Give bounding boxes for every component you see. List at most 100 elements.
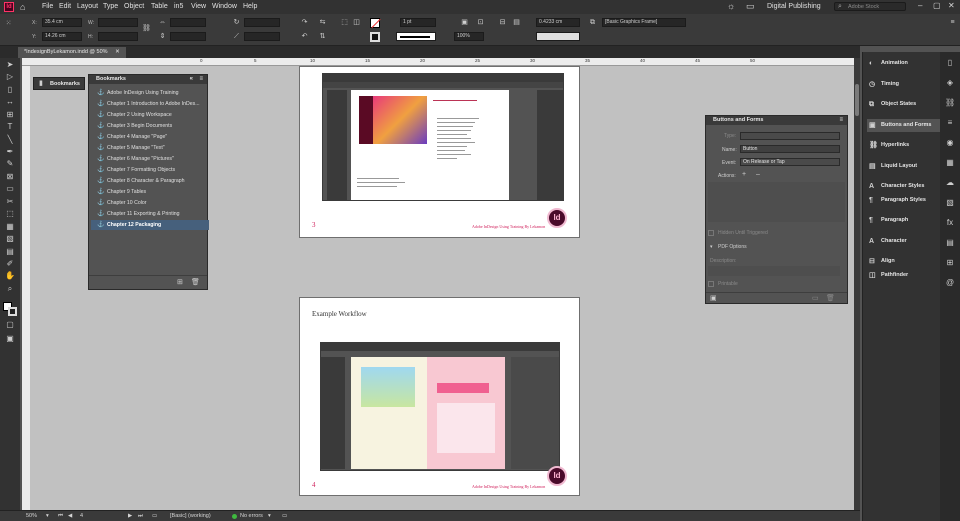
view-mode-icon[interactable]: ▣ bbox=[4, 334, 16, 344]
cc-libraries-icon[interactable]: ☁ bbox=[945, 178, 955, 188]
bookmark-item[interactable]: ⚓ Chapter 6 Manage "Pictures" bbox=[91, 154, 209, 164]
disclosure-icon[interactable]: ▾ bbox=[710, 244, 713, 250]
bookmark-item[interactable]: ⚓ Chapter 9 Tables bbox=[91, 187, 209, 197]
menu-in5[interactable]: in5 bbox=[174, 3, 183, 10]
first-page-icon[interactable]: ⏮ bbox=[58, 513, 63, 520]
errors-status[interactable]: No errors bbox=[240, 513, 263, 520]
offset-field[interactable]: 0.4233 cm bbox=[536, 18, 580, 27]
hidden-checkbox[interactable] bbox=[708, 230, 714, 236]
bookmark-item[interactable]: ⚓ Chapter 11 Exporting & Printing bbox=[91, 209, 209, 219]
type-tool-icon[interactable]: T bbox=[4, 122, 16, 132]
home-icon[interactable]: ⌂ bbox=[20, 2, 30, 12]
bookmark-item-selected[interactable]: ⚓ Chapter 12 Packaging bbox=[91, 220, 209, 230]
fitting-icon[interactable]: ▣ bbox=[460, 18, 469, 27]
preflight-profile[interactable]: [Basic] (working) bbox=[170, 513, 211, 520]
new-bookmark-icon[interactable]: ⊞ bbox=[177, 278, 183, 286]
menu-file[interactable]: File bbox=[42, 3, 53, 10]
description-field[interactable] bbox=[708, 266, 840, 276]
open-page-icon[interactable]: ▭ bbox=[152, 513, 157, 520]
rotate-field[interactable] bbox=[244, 18, 280, 27]
delete-icon[interactable]: 🗑 bbox=[826, 294, 835, 302]
text-wrap-panel-icon[interactable]: ▤ bbox=[945, 238, 955, 248]
shear-field[interactable] bbox=[244, 32, 280, 41]
bookmark-item[interactable]: ⚓ Chapter 1 Introduction to Adobe InDes..… bbox=[91, 99, 209, 109]
constrain-proportions-icon[interactable]: ⛓ bbox=[142, 24, 151, 33]
line-tool-icon[interactable]: ╲ bbox=[4, 135, 16, 145]
bookmark-item[interactable]: ⚓ Chapter 8 Character & Paragraph bbox=[91, 176, 209, 186]
collapse-panel-icon[interactable]: « bbox=[190, 75, 193, 84]
stroke-swatch[interactable] bbox=[370, 32, 380, 42]
page-3[interactable]: 3 Adobe InDesign Using Training By Lekam… bbox=[299, 66, 580, 238]
zoom-tool-icon[interactable]: ⌕ bbox=[4, 284, 16, 294]
swatches-panel-icon[interactable]: ▦ bbox=[945, 158, 955, 168]
close-icon[interactable]: ✕ bbox=[948, 1, 955, 10]
corner-option-field[interactable] bbox=[536, 32, 580, 41]
bookmark-item[interactable]: ⚓ Chapter 10 Color bbox=[91, 198, 209, 208]
scale-y-icon[interactable]: ⇕ bbox=[158, 32, 167, 41]
menu-help[interactable]: Help bbox=[243, 3, 257, 10]
rectangle-tool-icon[interactable]: ▭ bbox=[4, 184, 16, 194]
layers-panel-icon[interactable]: ◈ bbox=[945, 78, 955, 88]
direct-selection-tool-icon[interactable]: ▷ bbox=[4, 72, 16, 82]
gap-tool-icon[interactable]: ↔ bbox=[4, 97, 16, 107]
pages-panel-icon[interactable]: ▯ bbox=[945, 58, 955, 68]
gradient-feather-tool-icon[interactable]: ▧ bbox=[4, 234, 16, 244]
previous-page-icon[interactable]: ◀ bbox=[68, 513, 72, 520]
zoom-dropdown-icon[interactable]: ▾ bbox=[46, 513, 49, 520]
y-field[interactable]: 14.26 cm bbox=[42, 32, 82, 41]
gradient-tool-icon[interactable]: ▦ bbox=[4, 222, 16, 232]
select-container-icon[interactable]: ⬚ bbox=[340, 18, 349, 27]
menu-edit[interactable]: Edit bbox=[59, 3, 71, 10]
links-panel-icon[interactable]: ⛓ bbox=[945, 98, 955, 108]
menu-object[interactable]: Object bbox=[124, 3, 144, 10]
eyedropper-tool-icon[interactable]: ✐ bbox=[4, 259, 16, 269]
menu-table[interactable]: Table bbox=[151, 3, 168, 10]
fill-swatch[interactable] bbox=[370, 18, 381, 29]
rotate-icon[interactable]: ↻ bbox=[232, 18, 241, 27]
effects-panel-icon[interactable]: fx bbox=[945, 218, 955, 228]
flip-horizontal-icon[interactable]: ⇆ bbox=[318, 18, 327, 27]
stroke-panel-icon[interactable]: ≡ bbox=[945, 118, 955, 128]
menu-type[interactable]: Type bbox=[103, 3, 118, 10]
x-field[interactable]: 35.4 cm bbox=[42, 18, 82, 27]
note-tool-icon[interactable]: ▤ bbox=[4, 247, 16, 257]
errors-dropdown-icon[interactable]: ▾ bbox=[268, 513, 271, 520]
delete-bookmark-icon[interactable]: 🗑 bbox=[191, 278, 200, 286]
tables-panel-icon[interactable]: ⊞ bbox=[945, 258, 955, 268]
control-panel-menu-icon[interactable]: ≡ bbox=[948, 18, 957, 27]
pencil-tool-icon[interactable]: ✎ bbox=[4, 159, 16, 169]
scissors-tool-icon[interactable]: ✂ bbox=[4, 197, 16, 207]
scale-y-field[interactable] bbox=[170, 32, 206, 41]
printable-checkbox[interactable] bbox=[708, 281, 714, 287]
gradient-panel-icon[interactable]: ▧ bbox=[945, 198, 955, 208]
panel-menu-icon[interactable]: ≡ bbox=[199, 75, 203, 84]
stroke-type-dropdown[interactable] bbox=[396, 32, 436, 41]
zoom-level[interactable]: 50% bbox=[26, 513, 37, 520]
stroke-weight-field[interactable]: 1 pt bbox=[400, 18, 436, 27]
minimize-icon[interactable]: – bbox=[918, 1, 922, 10]
align-left-icon[interactable]: ⊟ bbox=[498, 18, 507, 27]
vertical-scrollbar[interactable] bbox=[854, 58, 860, 510]
object-style-dropdown[interactable]: [Basic Graphics Frame] bbox=[602, 18, 686, 27]
document-tab[interactable]: *IndesignByLekamon.indd @ 50% ✕ bbox=[18, 47, 126, 58]
type-dropdown[interactable] bbox=[740, 132, 840, 140]
bookmark-item[interactable]: ⚓ Chapter 5 Manage "Text" bbox=[91, 143, 209, 153]
shear-icon[interactable]: ⟋ bbox=[232, 32, 241, 41]
scale-x-icon[interactable]: ⇔ bbox=[158, 18, 167, 27]
color-panel-icon[interactable]: ◉ bbox=[945, 138, 955, 148]
maximize-icon[interactable]: ▢ bbox=[933, 1, 941, 10]
menu-view[interactable]: View bbox=[191, 3, 206, 10]
select-content-icon[interactable]: ◫ bbox=[352, 18, 361, 27]
lightbulb-icon[interactable]: ☼ bbox=[727, 1, 735, 11]
stock-search-field[interactable]: ⌕ Adobe Stock bbox=[834, 2, 906, 11]
panel-menu-icon[interactable]: ≡ bbox=[839, 116, 843, 125]
bookmark-item[interactable]: ⚓ Chapter 2 Using Workspace bbox=[91, 110, 209, 120]
bookmark-item[interactable]: ⚓ Chapter 7 Formatting Objects bbox=[91, 165, 209, 175]
bookmark-item[interactable]: ⚓ Chapter 4 Manage "Page" bbox=[91, 132, 209, 142]
stroke-color-icon[interactable] bbox=[8, 307, 17, 316]
last-page-icon[interactable]: ⏭ bbox=[138, 513, 143, 520]
scrollbar-thumb[interactable] bbox=[855, 84, 859, 116]
formatting-affects-container-icon[interactable]: ▢ bbox=[4, 320, 16, 330]
h-field[interactable] bbox=[98, 32, 138, 41]
free-transform-tool-icon[interactable]: ⬚ bbox=[4, 209, 16, 219]
